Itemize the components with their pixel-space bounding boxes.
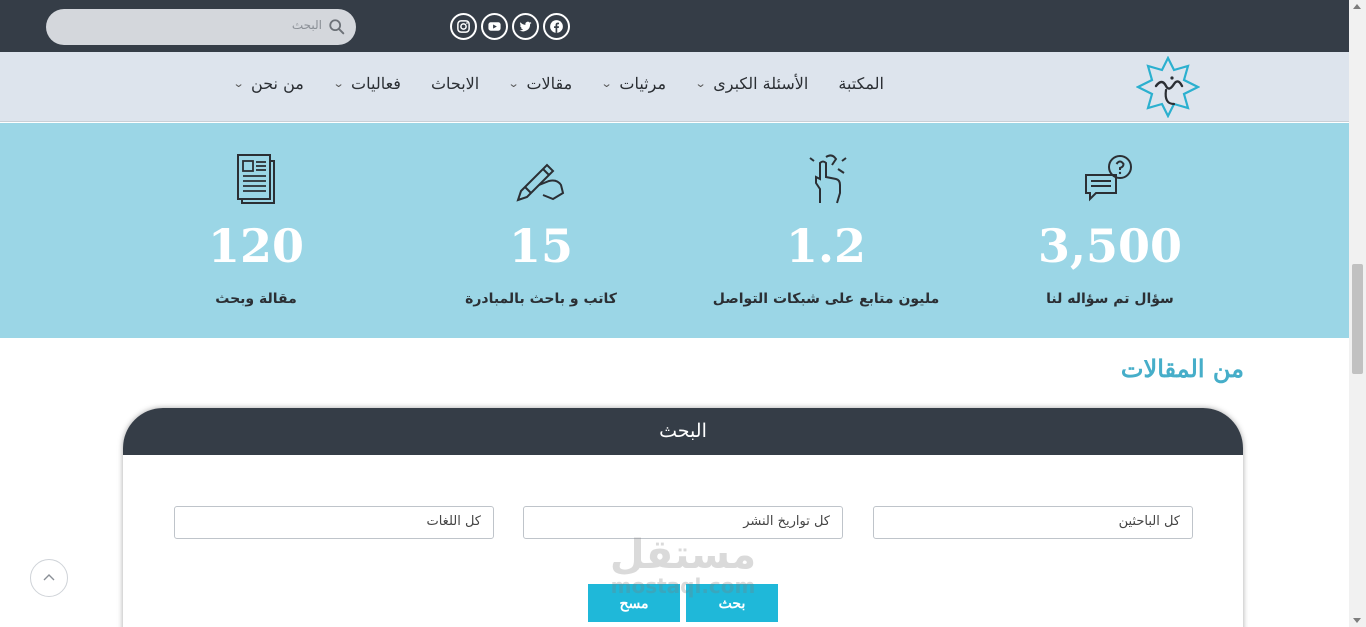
facebook-icon[interactable] [543,13,570,40]
site-logo[interactable] [1136,56,1200,118]
hand-pointer-icon [809,154,847,204]
nav-item-label: من نحن [251,74,304,93]
nav-item-label: مقالات [526,74,573,93]
section-title: من المقالات [1120,354,1244,383]
chevron-down-icon: ⌄ [694,77,707,90]
nav-item-label: مرثيات [619,74,667,93]
researchers-select[interactable]: كل الباحثين [873,506,1193,539]
stat-followers: 1.2 مليون متابع على شبكات التواصل [676,123,976,338]
stat-number: 1.2 [785,219,867,273]
nav-item-label: الابحاث [430,74,480,93]
main-nav: من نحن ⌄ فعاليات ⌄ الابحاث مقالات ⌄ مرثي… [0,52,1349,122]
nav-item-label: المكتبة [838,74,884,93]
nav-item-articles[interactable]: مقالات ⌄ [507,74,573,93]
scrollbar-thumb[interactable] [1352,264,1363,374]
stats-band: 3,500 سؤال تم سؤاله لنا 1.2 مليون متابع … [0,123,1349,338]
nav-item-big-questions[interactable]: الأسئلة الكبرى ⌄ [694,74,809,93]
search-card: البحث كل الباحثين كل تواريخ النشر كل الل… [123,408,1243,627]
youtube-icon[interactable] [481,13,508,40]
chevron-down-icon: ⌄ [507,77,520,90]
stat-caption: مليون متابع على شبكات التواصل [712,291,940,307]
nav-menu: من نحن ⌄ فعاليات ⌄ الابحاث مقالات ⌄ مرثي… [232,74,884,93]
search-placeholder: البحث [291,18,322,32]
stat-caption: مقالة وبحث [215,291,297,307]
stat-number: 15 [508,219,573,273]
stat-writers: 15 كاتب و باحث بالمبادرة [391,123,691,338]
hand-pen-icon [516,163,565,202]
nav-item-library[interactable]: المكتبة [838,74,884,93]
nav-item-events[interactable]: فعاليات ⌄ [332,74,401,93]
chevron-down-icon: ⌄ [332,77,345,90]
instagram-icon[interactable] [450,13,477,40]
nav-item-about[interactable]: من نحن ⌄ [232,74,304,93]
stat-caption: كاتب و باحث بالمبادرة [465,291,617,307]
stat-caption: سؤال تم سؤاله لنا [1046,291,1174,307]
search-input[interactable]: البحث [46,9,356,45]
question-chat-icon [1085,155,1132,202]
scroll-up-arrow-icon[interactable] [1353,4,1361,9]
twitter-icon[interactable] [512,13,539,40]
newspaper-icon [237,154,275,204]
search-icon[interactable] [328,18,346,36]
clear-button[interactable]: مسح [588,584,680,622]
stat-questions: 3,500 سؤال تم سؤاله لنا [960,123,1260,338]
top-bar: البحث [0,0,1349,52]
language-select[interactable]: كل اللغات [174,506,494,539]
stat-number: 120 [207,219,305,273]
page-scrollbar[interactable] [1349,0,1366,627]
stat-number: 3,500 [1037,219,1183,273]
stat-articles: 120 مقالة وبحث [106,123,406,338]
social-links [450,13,570,40]
chevron-down-icon: ⌄ [232,77,245,90]
publish-date-select[interactable]: كل تواريخ النشر [523,506,843,539]
search-card-title: البحث [123,408,1243,455]
nav-item-elegies[interactable]: مرثيات ⌄ [600,74,667,93]
chevron-down-icon: ⌄ [600,77,613,90]
scroll-to-top-button[interactable] [30,559,68,597]
nav-item-label: الأسئلة الكبرى [713,74,809,93]
nav-item-label: فعاليات [351,74,401,93]
chevron-up-icon [43,574,55,581]
search-button[interactable]: بحث [686,584,778,622]
scroll-down-arrow-icon[interactable] [1353,618,1361,623]
nav-item-research[interactable]: الابحاث [431,74,479,93]
